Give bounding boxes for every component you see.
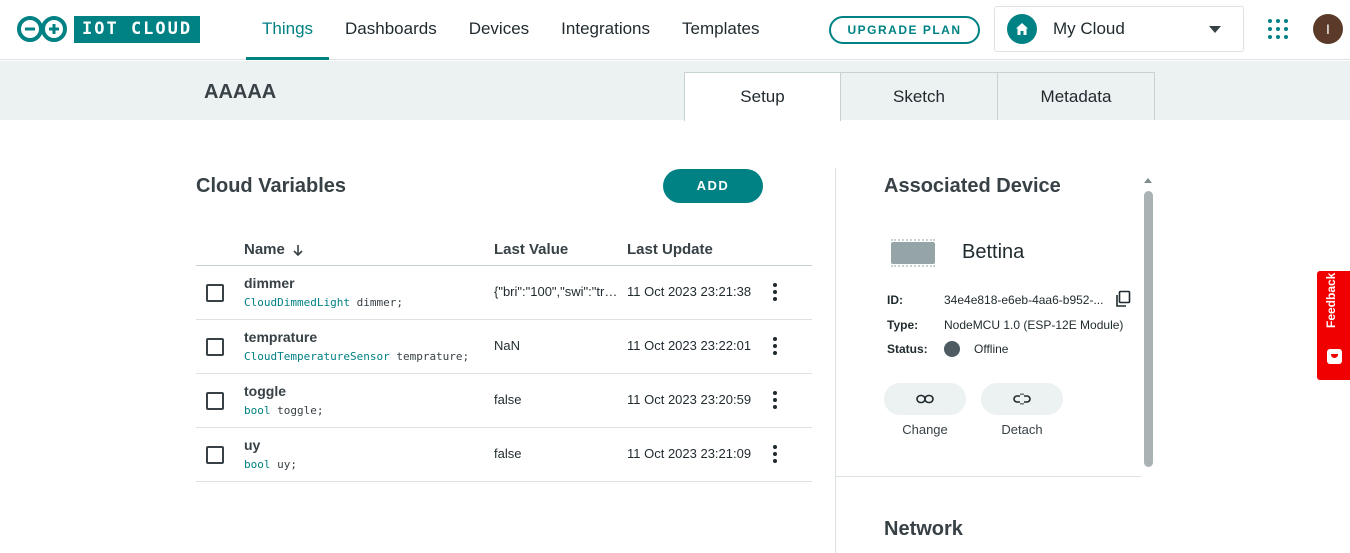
- arduino-infinity-icon: [17, 16, 67, 42]
- device-name: Bettina: [962, 241, 1025, 263]
- variable-last-value: NaN: [494, 338, 521, 353]
- change-device-button[interactable]: [884, 383, 966, 415]
- nav-templates[interactable]: Templates: [666, 0, 775, 60]
- device-status-label: Status:: [887, 342, 928, 356]
- panel-divider: [835, 168, 836, 553]
- logo-text: IOT CLOUD: [74, 15, 201, 43]
- variable-last-update: 11 Oct 2023 23:21:38: [627, 284, 752, 299]
- variable-declaration: CloudTemperatureSensor temprature;: [244, 350, 469, 363]
- variable-type: CloudDimmedLight: [244, 296, 350, 309]
- row-checkbox[interactable]: [206, 392, 224, 410]
- user-avatar[interactable]: I: [1313, 14, 1343, 44]
- variable-type: bool: [244, 404, 271, 417]
- column-name-label: Name: [244, 241, 285, 258]
- variables-table: Name Last Value Last Update dimmer Cloud…: [196, 234, 812, 482]
- status-offline-icon: [944, 341, 960, 357]
- home-icon: [1007, 14, 1037, 44]
- chevron-down-icon: [1209, 25, 1221, 33]
- row-checkbox[interactable]: [206, 284, 224, 302]
- space-selector[interactable]: My Cloud: [994, 6, 1244, 52]
- variable-name: toggle: [244, 383, 286, 399]
- apps-grid-icon[interactable]: [1268, 19, 1288, 39]
- variable-decl-name: temprature;: [389, 350, 470, 363]
- variable-last-value: false: [494, 446, 522, 461]
- tab-setup[interactable]: Setup: [684, 72, 841, 121]
- nav-devices[interactable]: Devices: [453, 0, 545, 60]
- arduino-logo[interactable]: IOT CLOUD: [16, 15, 201, 43]
- device-id-label: ID:: [887, 293, 903, 307]
- row-more-options-icon[interactable]: [773, 337, 777, 355]
- network-title: Network: [884, 518, 963, 540]
- variable-type: bool: [244, 458, 271, 471]
- link-icon: [916, 394, 934, 404]
- variable-last-update: 11 Oct 2023 23:20:59: [627, 392, 752, 407]
- row-checkbox[interactable]: [206, 338, 224, 356]
- thing-tabs: Setup Sketch Metadata: [684, 72, 1155, 121]
- cloud-variables-title: Cloud Variables: [196, 175, 347, 197]
- variable-last-value: {"bri":"100","swi":"true"}: [494, 284, 620, 299]
- variable-name: temprature: [244, 329, 318, 345]
- detach-label: Detach: [1001, 422, 1043, 437]
- change-label: Change: [902, 422, 948, 437]
- table-row[interactable]: temprature CloudTemperatureSensor tempra…: [196, 320, 812, 374]
- variable-decl-name: uy;: [270, 458, 297, 471]
- thing-header: AAAAA Setup Sketch Metadata: [0, 61, 1350, 121]
- unlink-icon: [1013, 393, 1031, 405]
- scroll-up-arrow-icon[interactable]: [1144, 178, 1152, 183]
- table-row[interactable]: toggle bool toggle; false 11 Oct 2023 23…: [196, 374, 812, 428]
- table-row[interactable]: dimmer CloudDimmedLight dimmer; {"bri":"…: [196, 266, 812, 320]
- variable-declaration: CloudDimmedLight dimmer;: [244, 296, 403, 309]
- scrollbar-thumb[interactable]: [1144, 191, 1153, 467]
- table-header: Name Last Value Last Update: [196, 234, 812, 266]
- device-id-value: 34e4e818-e6eb-4aa6-b952-...: [944, 293, 1104, 307]
- variable-name: dimmer: [244, 275, 295, 291]
- variable-decl-name: dimmer;: [349, 296, 403, 309]
- sort-arrow-down-icon: [293, 244, 303, 256]
- row-more-options-icon[interactable]: [773, 445, 777, 463]
- space-name: My Cloud: [1053, 19, 1125, 38]
- row-more-options-icon[interactable]: [773, 283, 777, 301]
- variable-declaration: bool toggle;: [244, 404, 323, 417]
- detach-device-button[interactable]: [981, 383, 1063, 415]
- copy-icon[interactable]: [1114, 290, 1132, 308]
- smiley-icon: [1327, 349, 1342, 364]
- variable-name: uy: [244, 437, 261, 453]
- main-nav: Things Dashboards Devices Integrations T…: [246, 0, 776, 60]
- variable-last-update: 11 Oct 2023 23:22:01: [627, 338, 752, 353]
- nav-things[interactable]: Things: [246, 0, 330, 60]
- tab-sketch[interactable]: Sketch: [841, 72, 998, 120]
- add-variable-button[interactable]: ADD: [663, 169, 763, 203]
- row-checkbox[interactable]: [206, 446, 224, 464]
- device-type-label: Type:: [887, 318, 919, 332]
- variable-decl-name: toggle;: [270, 404, 324, 417]
- column-last-update: Last Update: [627, 241, 713, 258]
- top-navigation-bar: IOT CLOUD Things Dashboards Devices Inte…: [0, 0, 1350, 60]
- variable-type: CloudTemperatureSensor: [244, 350, 390, 363]
- thing-title: AAAAA: [204, 81, 277, 103]
- nav-integrations[interactable]: Integrations: [545, 0, 666, 60]
- nav-dashboards[interactable]: Dashboards: [329, 0, 453, 60]
- tab-metadata[interactable]: Metadata: [998, 72, 1155, 120]
- section-divider: [836, 476, 1141, 477]
- board-icon: [891, 239, 935, 267]
- associated-device-title: Associated Device: [884, 175, 1061, 197]
- upgrade-plan-button[interactable]: UPGRADE PLAN: [829, 16, 980, 44]
- device-status-value: Offline: [974, 342, 1009, 356]
- table-row[interactable]: uy bool uy; false 11 Oct 2023 23:21:09: [196, 428, 812, 482]
- row-more-options-icon[interactable]: [773, 391, 777, 409]
- variable-last-update: 11 Oct 2023 23:21:09: [627, 446, 752, 461]
- column-name[interactable]: Name: [244, 241, 305, 258]
- device-type-value: NodeMCU 1.0 (ESP-12E Module): [944, 318, 1124, 332]
- variable-declaration: bool uy;: [244, 458, 297, 471]
- feedback-label: Feedback: [1324, 272, 1338, 328]
- column-last-value: Last Value: [494, 241, 569, 258]
- variable-last-value: false: [494, 392, 522, 407]
